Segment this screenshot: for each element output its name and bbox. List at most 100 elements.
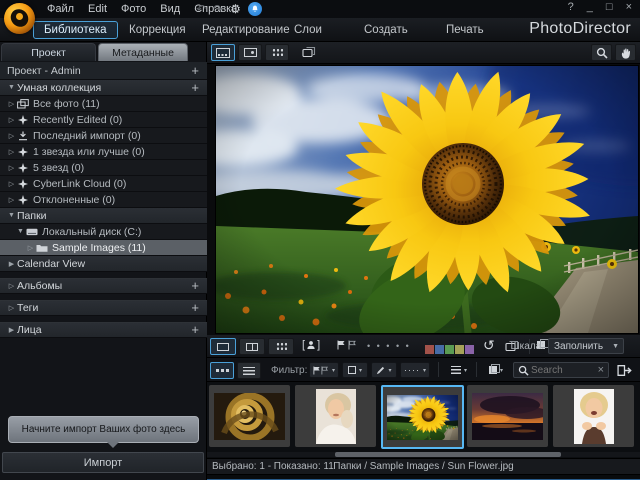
maximize-button[interactable]: □ (606, 1, 613, 13)
chevron-expanded-icon[interactable]: ▼ (6, 212, 17, 219)
sidebar-item-sample-images[interactable]: ▷ Sample Images (11) (0, 240, 207, 256)
color-label-yellow[interactable] (455, 345, 464, 354)
sort-button[interactable]: ▾ (445, 362, 473, 378)
project-header-row[interactable]: Проект - Admin + (0, 62, 207, 80)
sidebar-item-recently-edited[interactable]: ▷ Recently Edited (0) (0, 112, 207, 128)
search-input[interactable] (529, 364, 598, 376)
thumbnail-woman-smiling[interactable] (295, 385, 376, 447)
pan-tool-button[interactable] (615, 44, 636, 61)
menu-file[interactable]: Файл (40, 0, 81, 18)
browser-only-button[interactable] (265, 44, 289, 61)
sidebar-item-rejected[interactable]: ▷ Отклоненные (0) (0, 192, 207, 208)
chevron-collapsed-icon[interactable]: ▷ (6, 100, 17, 108)
chevron-collapsed-icon[interactable]: ▷ (6, 304, 17, 312)
photo-sun-flower[interactable] (216, 66, 638, 333)
flag-pick-icon[interactable] (337, 340, 346, 350)
add-album-button[interactable]: + (191, 279, 199, 292)
undo-icon[interactable]: ↶ (196, 2, 206, 16)
menu-edit[interactable]: Edit (81, 0, 114, 18)
export-icon[interactable] (617, 364, 632, 377)
single-view-button[interactable] (210, 338, 236, 355)
tab-metadata[interactable]: Метаданные (98, 43, 188, 61)
sidebar-item-local-disk[interactable]: ▼ Локальный диск (C:) (0, 224, 207, 240)
add-tag-button[interactable]: + (191, 301, 199, 314)
flag-reject-icon[interactable] (348, 340, 357, 350)
chevron-expanded-icon[interactable]: ▼ (15, 228, 26, 235)
tab-create[interactable]: Создать (360, 22, 412, 38)
sidebar-item-all-photos[interactable]: ▷ Все фото (11) (0, 96, 207, 112)
tags-header[interactable]: ▷ Теги + (0, 300, 207, 316)
color-label-red[interactable] (425, 345, 434, 354)
filter-rating-button[interactable]: ···· ▾ (400, 362, 430, 378)
add-project-button[interactable]: + (191, 64, 199, 77)
browser-view-button[interactable] (211, 44, 235, 61)
chevron-collapsed-icon[interactable]: ▷ (6, 116, 17, 124)
window-bottom-edge (207, 474, 640, 480)
stack-menu-button[interactable]: ▾ (483, 362, 509, 378)
folders-header[interactable]: ▼ Папки (0, 208, 207, 224)
chevron-collapsed-icon[interactable]: ▷ (6, 148, 17, 156)
chevron-collapsed-icon[interactable]: ▷ (6, 164, 17, 172)
tab-adjustment[interactable]: Коррекция (125, 22, 190, 38)
sidebar-item-one-star-or-better[interactable]: ▷ 1 звезда или лучше (0) (0, 144, 207, 160)
import-button[interactable]: Импорт (2, 452, 204, 473)
sun-flower-thumb-image (387, 395, 458, 440)
compare-view-button[interactable] (239, 338, 265, 355)
filter-label-button[interactable]: ▾ (342, 362, 368, 378)
chevron-collapsed-filled-icon[interactable]: ▶ (6, 260, 17, 268)
smart-collection-header[interactable]: ▼ Умная коллекция + (0, 80, 207, 96)
calendar-view-header[interactable]: ▶ Calendar View (0, 256, 207, 272)
sidebar-item-cyberlink-cloud[interactable]: ▷ CyberLink Cloud (0) (0, 176, 207, 192)
tab-print[interactable]: Печать (442, 22, 488, 38)
filter-edited-button[interactable]: ▾ (371, 362, 397, 378)
menu-view[interactable]: Вид (153, 0, 187, 18)
zoom-tool-button[interactable] (591, 44, 612, 61)
star-rating[interactable]: • • • • • (367, 341, 411, 351)
chevron-collapsed-icon[interactable]: ▷ (25, 244, 36, 252)
settings-gear-icon[interactable]: ⚙ (230, 2, 241, 16)
chevron-collapsed-icon[interactable]: ▷ (6, 282, 17, 290)
chevron-collapsed-icon[interactable]: ▷ (6, 132, 17, 140)
sidebar-item-latest-import[interactable]: ▷ Последний импорт (0) (0, 128, 207, 144)
albums-header[interactable]: ▷ Альбомы + (0, 278, 207, 294)
color-label-blue[interactable] (435, 345, 444, 354)
smart-tag-icon (17, 179, 29, 189)
minimize-button[interactable]: _ (587, 1, 593, 13)
thumbnail-scrollbar[interactable] (207, 452, 640, 457)
chevron-collapsed-filled-icon[interactable]: ▶ (6, 326, 17, 334)
thumbnail-storm-sunset[interactable] (467, 385, 548, 447)
redo-icon[interactable]: ↷ (213, 2, 223, 16)
clear-search-icon[interactable]: × (598, 364, 604, 376)
add-smart-collection-button[interactable]: + (191, 81, 199, 94)
faces-header[interactable]: ▶ Лица + (0, 322, 207, 338)
scale-dropdown[interactable]: Заполнить ▼ (548, 338, 624, 354)
color-label-purple[interactable] (465, 345, 474, 354)
tab-edit[interactable]: Редактирование (198, 22, 294, 38)
rotate-left-icon[interactable]: ↺ (483, 337, 495, 354)
multi-view-button[interactable] (268, 338, 294, 355)
rotate-canvas-icon[interactable] (302, 46, 316, 58)
chevron-collapsed-icon[interactable]: ▷ (6, 196, 17, 204)
thumbnail-spiral-staircase[interactable] (209, 385, 290, 447)
help-button[interactable]: ? (568, 1, 574, 13)
tab-library[interactable]: Библиотека (33, 21, 118, 39)
scrollbar-thumb[interactable] (335, 452, 561, 457)
menu-photo[interactable]: Фото (114, 0, 153, 18)
sidebar-item-five-stars[interactable]: ▷ 5 звезд (0) (0, 160, 207, 176)
thumbnail-size-button[interactable] (210, 362, 234, 379)
filter-flags-button[interactable]: ▾ (309, 362, 339, 378)
add-face-button[interactable]: + (191, 323, 199, 336)
color-label-green[interactable] (445, 345, 454, 354)
notification-icon[interactable] (247, 2, 262, 16)
list-icon (243, 366, 255, 375)
viewer-only-button[interactable] (238, 44, 262, 61)
face-tag-button[interactable]: [] (302, 339, 320, 351)
thumbnail-sun-flower-selected[interactable] (381, 385, 464, 449)
tab-project[interactable]: Проект (1, 43, 96, 61)
thumbnail-woman-laughing[interactable] (553, 385, 634, 447)
tab-layers[interactable]: Слои (290, 22, 326, 38)
close-button[interactable]: × (626, 1, 632, 13)
list-view-button[interactable] (237, 362, 261, 379)
chevron-collapsed-icon[interactable]: ▷ (6, 180, 17, 188)
chevron-expanded-icon[interactable]: ▼ (6, 84, 17, 91)
